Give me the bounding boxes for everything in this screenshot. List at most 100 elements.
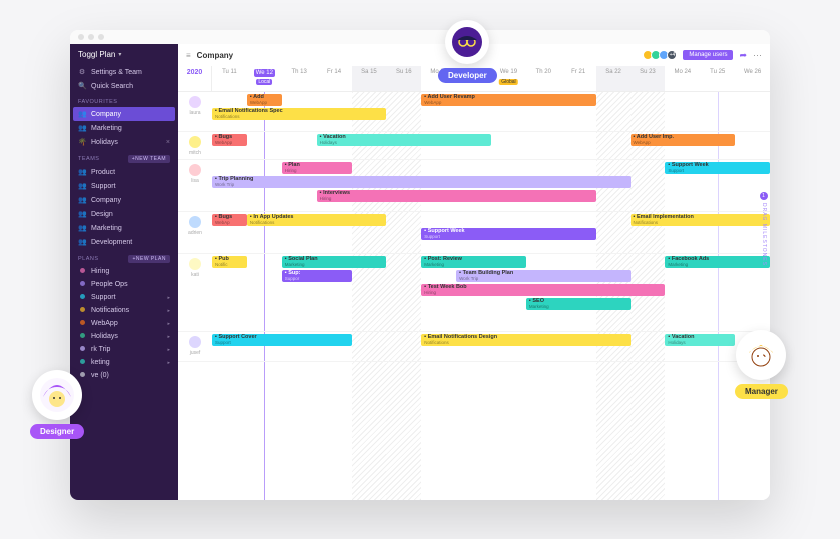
task-bar[interactable]: ▪ Sup:Suppor (282, 270, 352, 282)
task-bar[interactable]: ▪ Add User RevampWebApp (421, 94, 595, 106)
sidebar-item-design[interactable]: 👥Design (70, 207, 178, 221)
day-header[interactable]: Su 16 (386, 66, 421, 91)
task-subtitle: WebApp (424, 101, 592, 106)
traffic-max[interactable] (98, 34, 104, 40)
share-button[interactable]: ➦ (739, 50, 747, 61)
row-user[interactable]: jusef (178, 332, 212, 361)
sidebar-item-marketing[interactable]: 👥Marketing (70, 121, 178, 135)
task-bar[interactable]: ▪ Add User Imp.WebApp (631, 134, 736, 146)
sidebar-item-keting[interactable]: keting▸ (70, 356, 178, 369)
task-subtitle: Holidays (668, 341, 732, 346)
row-lane[interactable]: ▪ PlanHiring ▪ Support WeekSupport ▪ Trip … (212, 160, 770, 211)
day-tag: Local (256, 79, 272, 85)
sidebar-item-development[interactable]: 👥Development (70, 235, 178, 249)
day-header[interactable]: We 26 (735, 66, 770, 91)
row-user[interactable]: adrien (178, 212, 212, 253)
user-name: laura (189, 110, 200, 116)
task-bar[interactable]: ▪ PlanHiring (282, 162, 352, 174)
sidebar-item-product[interactable]: 👥Product (70, 165, 178, 179)
row-user[interactable]: kati (178, 254, 212, 331)
day-header[interactable]: Fr 14 (317, 66, 352, 91)
new-team-button[interactable]: +New Team (128, 155, 170, 163)
manage-users-button[interactable]: Manage users (683, 50, 733, 60)
member-avatars[interactable]: +4 (645, 50, 677, 60)
team-icon: 👥 (78, 168, 86, 176)
sidebar-item-label: rk Trip (91, 346, 110, 353)
day-header[interactable]: Su 23 (631, 66, 666, 91)
day-header[interactable]: Sa 15 (352, 66, 387, 91)
task-bar[interactable]: ▪ Trip PlanningWork Trip (212, 176, 631, 188)
drag-milestones-hint[interactable]: 1DRAG MILESTONES (760, 192, 768, 266)
task-subtitle: Notifications (215, 115, 383, 120)
row-lane[interactable]: ▪ Support CoverSupport ▪ Email Notificati… (212, 332, 770, 361)
task-bar[interactable]: ▪ PubNotific (212, 256, 247, 268)
sidebar-item-webapp[interactable]: WebApp▸ (70, 317, 178, 330)
day-header[interactable]: We 12Local (247, 66, 282, 91)
row-user[interactable]: lisa (178, 160, 212, 211)
task-bar[interactable]: ▪ Test Week BobHiring (421, 284, 665, 296)
sidebar-item-holidays[interactable]: Holidays▸ (70, 330, 178, 343)
sidebar-item-ve-[interactable]: ve (0) (70, 369, 178, 382)
sidebar-item-support[interactable]: Support▸ (70, 291, 178, 304)
sidebar-item-people-ops[interactable]: People Ops (70, 278, 178, 291)
timeline-year[interactable]: 2020 (178, 66, 212, 91)
task-bar[interactable]: ▪ AddWebApp (247, 94, 282, 106)
sidebar-item-support[interactable]: 👥Support (70, 179, 178, 193)
task-bar[interactable]: ▪ Post: ReviewMarketing (421, 256, 526, 268)
task-bar[interactable]: ▪ Team Building PlanWork Trip (456, 270, 630, 282)
sidebar-item-marketing[interactable]: 👥Marketing (70, 221, 178, 235)
row-lane[interactable]: ▪ PubNotific ▪ Social PlanMarketing ▪ Post… (212, 254, 770, 331)
sidebar-item-company[interactable]: 👥Company (73, 107, 175, 121)
sidebar-item-company[interactable]: 👥Company (70, 193, 178, 207)
task-bar[interactable]: ▪ In App UpdatesNotifications (247, 214, 387, 226)
sidebar-item-holidays[interactable]: 🌴Holidays× (70, 135, 178, 149)
day-header[interactable]: Mo 24 (665, 66, 700, 91)
sidebar-item-settings-team[interactable]: ⚙Settings & Team (70, 65, 178, 79)
task-bar[interactable]: ▪ BugsWebApp (212, 134, 247, 146)
user-name: mitch (189, 150, 201, 156)
row-user[interactable]: laura (178, 92, 212, 131)
remove-icon[interactable]: × (166, 139, 170, 146)
section-teams: TEAMS (78, 156, 99, 162)
sidebar-item-label: Company (91, 197, 121, 204)
sidebar-item-label: Company (91, 111, 121, 118)
task-bar[interactable]: ▪ VacationHolidays (665, 334, 735, 346)
sidebar-item-label: Support (91, 294, 116, 301)
task-bar[interactable]: ▪ Social PlanMarketing (282, 256, 387, 268)
task-bar[interactable]: ▪ InterviewsHiring (317, 190, 596, 202)
row-lane[interactable]: ▪ BugsWebApp ▪ VacationHolidays ▪ Add User… (212, 132, 770, 159)
day-header[interactable]: Fr 21 (561, 66, 596, 91)
day-header[interactable]: Th 13 (282, 66, 317, 91)
task-bar[interactable]: ▪ Facebook AdsMarketing (665, 256, 770, 268)
day-header[interactable]: Sa 22 (596, 66, 631, 91)
day-header[interactable]: Th 20 (526, 66, 561, 91)
traffic-min[interactable] (88, 34, 94, 40)
task-bar[interactable]: ▪ Email Notifications DesignNotification… (421, 334, 630, 346)
task-bar[interactable]: ▪ Support WeekSupport (421, 228, 595, 240)
task-bar[interactable]: ▪ SEOMarketing (526, 298, 631, 310)
row-lane[interactable]: ▪ AddWebApp ▪ Add User RevampWebApp ▪ Emai… (212, 92, 770, 131)
row-lane[interactable]: ▪ BugsWebAp▪ In App UpdatesNotifications… (212, 212, 770, 253)
avatar (189, 258, 201, 270)
workspace-switcher[interactable]: Toggl Plan (70, 44, 178, 65)
sidebar-item-hiring[interactable]: Hiring (70, 265, 178, 278)
task-bar[interactable]: ▪ VacationHolidays (317, 134, 491, 146)
task-bar[interactable]: ▪ Email Notifications SpecNotifications (212, 108, 386, 120)
task-bar[interactable]: ▪ Support WeekSupport (665, 162, 770, 174)
new-plan-button[interactable]: +New Plan (128, 255, 170, 263)
chevron-right-icon: ▸ (167, 321, 170, 327)
sidebar-item-rk-trip[interactable]: rk Trip▸ (70, 343, 178, 356)
task-bar[interactable]: ▪ BugsWebAp (212, 214, 247, 226)
day-header[interactable]: Tu 25 (700, 66, 735, 91)
persona-designer: Designer (30, 370, 84, 439)
row-user[interactable]: mitch (178, 132, 212, 159)
day-header[interactable]: Tu 11 (212, 66, 247, 91)
more-button[interactable]: ⋯ (753, 50, 762, 61)
task-bar[interactable]: ▪ Email ImplementationNotifications (631, 214, 771, 226)
sidebar-item-label: Development (91, 239, 132, 246)
sidebar-item-notifications[interactable]: Notifications▸ (70, 304, 178, 317)
sidebar-item-quick-search[interactable]: 🔍Quick Search (70, 79, 178, 93)
chevron-right-icon: ▸ (167, 360, 170, 366)
task-bar[interactable]: ▪ Support CoverSupport (212, 334, 352, 346)
traffic-close[interactable] (78, 34, 84, 40)
